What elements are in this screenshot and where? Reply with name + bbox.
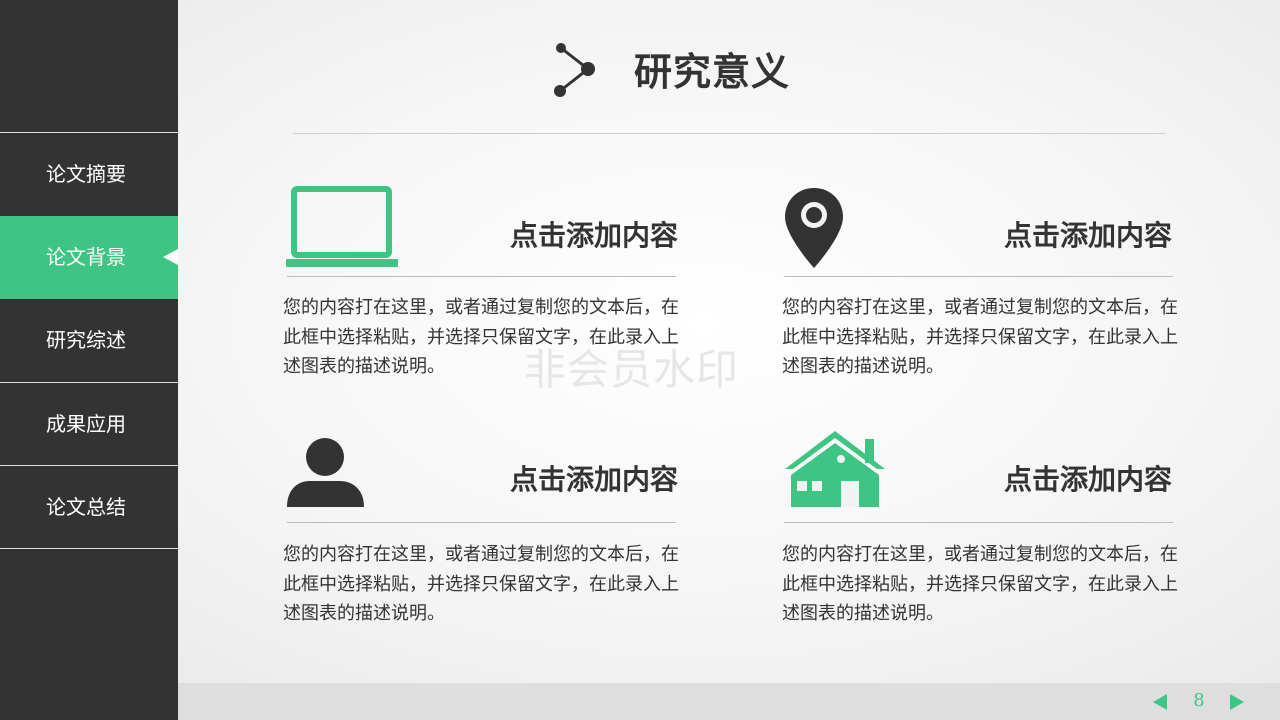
card-divider (287, 276, 676, 277)
sidebar-item-application[interactable]: 成果应用 (0, 383, 178, 466)
footer-bar (178, 683, 1280, 720)
sidebar-item-label: 研究综述 (46, 328, 126, 352)
laptop-icon (286, 186, 398, 267)
next-page-icon[interactable] (1230, 694, 1244, 710)
previous-page-icon[interactable] (1153, 694, 1167, 710)
card-body[interactable]: 您的内容打在这里，或者通过复制您的文本后，在此框中选择粘贴，并选择只保留文字，在… (782, 293, 1182, 382)
card-heading[interactable]: 点击添加内容 (932, 462, 1172, 498)
card-divider (287, 522, 676, 523)
sidebar-item-label: 论文背景 (46, 245, 126, 269)
sidebar: 论文摘要 论文背景 研究综述 成果应用 论文总结 (0, 0, 178, 720)
house-icon (785, 431, 885, 507)
card-divider (784, 276, 1173, 277)
card-heading[interactable]: 点击添加内容 (438, 462, 678, 498)
card-divider (784, 522, 1173, 523)
sidebar-item-review[interactable]: 研究综述 (0, 299, 178, 382)
card-body[interactable]: 您的内容打在这里，或者通过复制您的文本后，在此框中选择粘贴，并选择只保留文字，在… (283, 293, 683, 382)
sidebar-item-abstract[interactable]: 论文摘要 (0, 133, 178, 216)
sidebar-item-background[interactable]: 论文背景 (0, 216, 178, 299)
card-body[interactable]: 您的内容打在这里，或者通过复制您的文本后，在此框中选择粘贴，并选择只保留文字，在… (782, 540, 1182, 629)
card-heading[interactable]: 点击添加内容 (932, 218, 1172, 254)
card-heading[interactable]: 点击添加内容 (438, 218, 678, 254)
page-title: 研究意义 (634, 50, 791, 94)
page-number: 8 (1193, 690, 1205, 711)
sidebar-item-label: 论文总结 (46, 495, 126, 519)
active-indicator-arrow (163, 249, 178, 265)
user-icon (287, 438, 364, 507)
sidebar-divider (0, 548, 178, 549)
sidebar-item-label: 论文摘要 (46, 162, 126, 186)
header-divider (293, 133, 1165, 134)
location-pin-icon (785, 188, 843, 268)
card-body[interactable]: 您的内容打在这里，或者通过复制您的文本后，在此框中选择粘贴，并选择只保留文字，在… (283, 540, 683, 629)
sidebar-item-label: 成果应用 (46, 412, 126, 436)
sidebar-item-summary[interactable]: 论文总结 (0, 466, 178, 549)
share-icon (554, 43, 595, 97)
